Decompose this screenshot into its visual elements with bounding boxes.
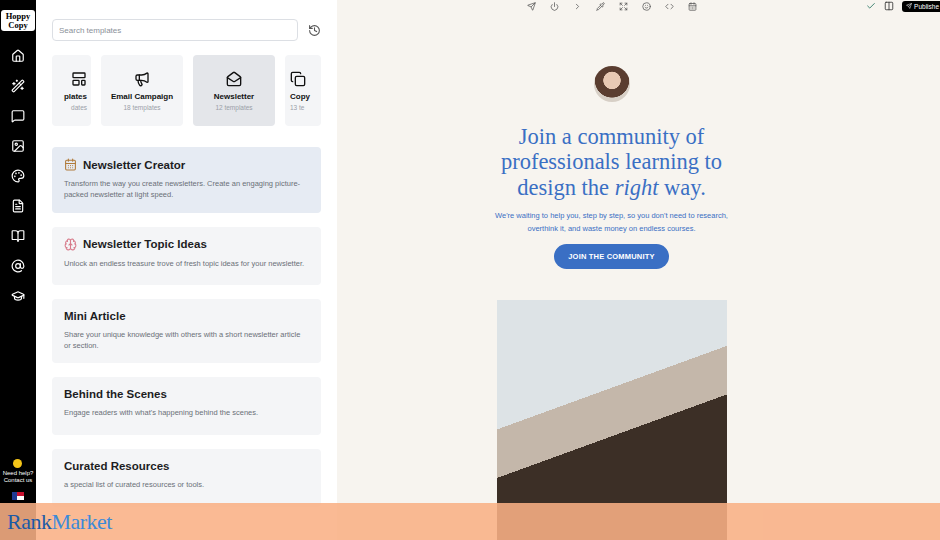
category-card[interactable]: Newsletter12 templates (193, 55, 275, 126)
template-description: Unlock an endless treasure trove of fres… (64, 258, 309, 269)
join-button[interactable]: JOIN THE COMMUNITY (554, 244, 669, 269)
image-icon[interactable] (11, 139, 25, 153)
at-icon[interactable] (11, 259, 25, 273)
template-list: Newsletter Creator Transform the way you … (52, 147, 321, 507)
template-title: Newsletter Topic Ideas (64, 238, 309, 251)
watermark-banner: RankMarket (0, 503, 940, 540)
history-icon[interactable] (308, 24, 321, 37)
calendar-icon[interactable] (688, 2, 697, 11)
logo[interactable]: HoppyCopy (1, 10, 35, 31)
search-row (52, 19, 321, 41)
smile-icon[interactable] (642, 2, 651, 11)
nav-rail: HoppyCopy Need help?Contact us (0, 0, 36, 540)
category-card[interactable]: platesdates (52, 55, 91, 126)
category-row: platesdates Email Campaign18 templatesNew… (52, 55, 321, 126)
toolbar: Publishe (337, 0, 940, 13)
brain-icon (64, 238, 77, 251)
home-icon[interactable] (11, 49, 25, 63)
subtitle: We're waiting to help you, step by step,… (492, 210, 732, 235)
help-link[interactable]: Need help?Contact us (3, 459, 34, 484)
watermark-logo: RankMarket (7, 509, 112, 535)
book-icon[interactable] (11, 229, 25, 243)
check-icon[interactable] (866, 1, 876, 11)
layout-icon[interactable] (884, 1, 894, 11)
preview-canvas: Publishe Join a community of professional… (337, 0, 940, 540)
calendar-icon (64, 158, 77, 171)
category-card[interactable]: Copy13 te (285, 55, 321, 126)
pipette-icon[interactable] (596, 2, 605, 11)
template-title: Curated Resources (64, 460, 309, 472)
search-field[interactable] (52, 19, 298, 41)
chat-icon[interactable] (11, 109, 25, 123)
category-card[interactable]: Email Campaign18 templates (101, 55, 183, 126)
expand-icon[interactable] (619, 2, 628, 11)
copy-icon (290, 71, 306, 87)
template-card[interactable]: Newsletter Topic Ideas Unlock an endless … (52, 227, 321, 285)
template-title: Behind the Scenes (64, 388, 309, 400)
templates-panel: platesdatesEmail Campaign18 templatesNew… (36, 0, 337, 540)
template-title: Mini Article (64, 310, 309, 322)
help-icon (13, 459, 22, 468)
graduation-cap-icon[interactable] (11, 289, 25, 303)
chevron-right-icon[interactable] (573, 2, 582, 11)
template-description: Engage readers with what's happening beh… (64, 407, 309, 418)
template-description: a special list of curated resources or t… (64, 479, 309, 490)
template-card[interactable]: Newsletter Creator Transform the way you … (52, 147, 321, 213)
template-description: Share your unique knowledge with others … (64, 329, 309, 352)
publish-button[interactable]: Publishe (902, 1, 940, 12)
avatar (594, 66, 630, 102)
template-card[interactable]: Behind the Scenes Engage readers with wha… (52, 377, 321, 435)
template-card[interactable]: Mini Article Share your unique knowledge … (52, 299, 321, 364)
palette-icon[interactable] (11, 169, 25, 183)
send-icon (906, 3, 912, 9)
wand-icon[interactable] (11, 79, 25, 93)
envelope-icon (226, 71, 242, 87)
power-icon[interactable] (550, 2, 559, 11)
nav-icons (11, 49, 25, 303)
code-icon[interactable] (665, 2, 674, 11)
newsletter-preview: Join a community of professionals learni… (337, 13, 940, 540)
megaphone-icon (134, 71, 150, 87)
templates-icon (71, 71, 87, 87)
headline: Join a community of professionals learni… (487, 124, 737, 200)
send-icon[interactable] (527, 2, 536, 11)
template-description: Transform the way you create newsletters… (64, 178, 309, 201)
flag-icon[interactable] (12, 492, 24, 500)
template-title: Newsletter Creator (64, 158, 309, 171)
document-icon[interactable] (11, 199, 25, 213)
app-window: HoppyCopy Need help?Contact us platesdates… (0, 0, 940, 540)
template-card[interactable]: Curated Resources a special list of curat… (52, 449, 321, 507)
